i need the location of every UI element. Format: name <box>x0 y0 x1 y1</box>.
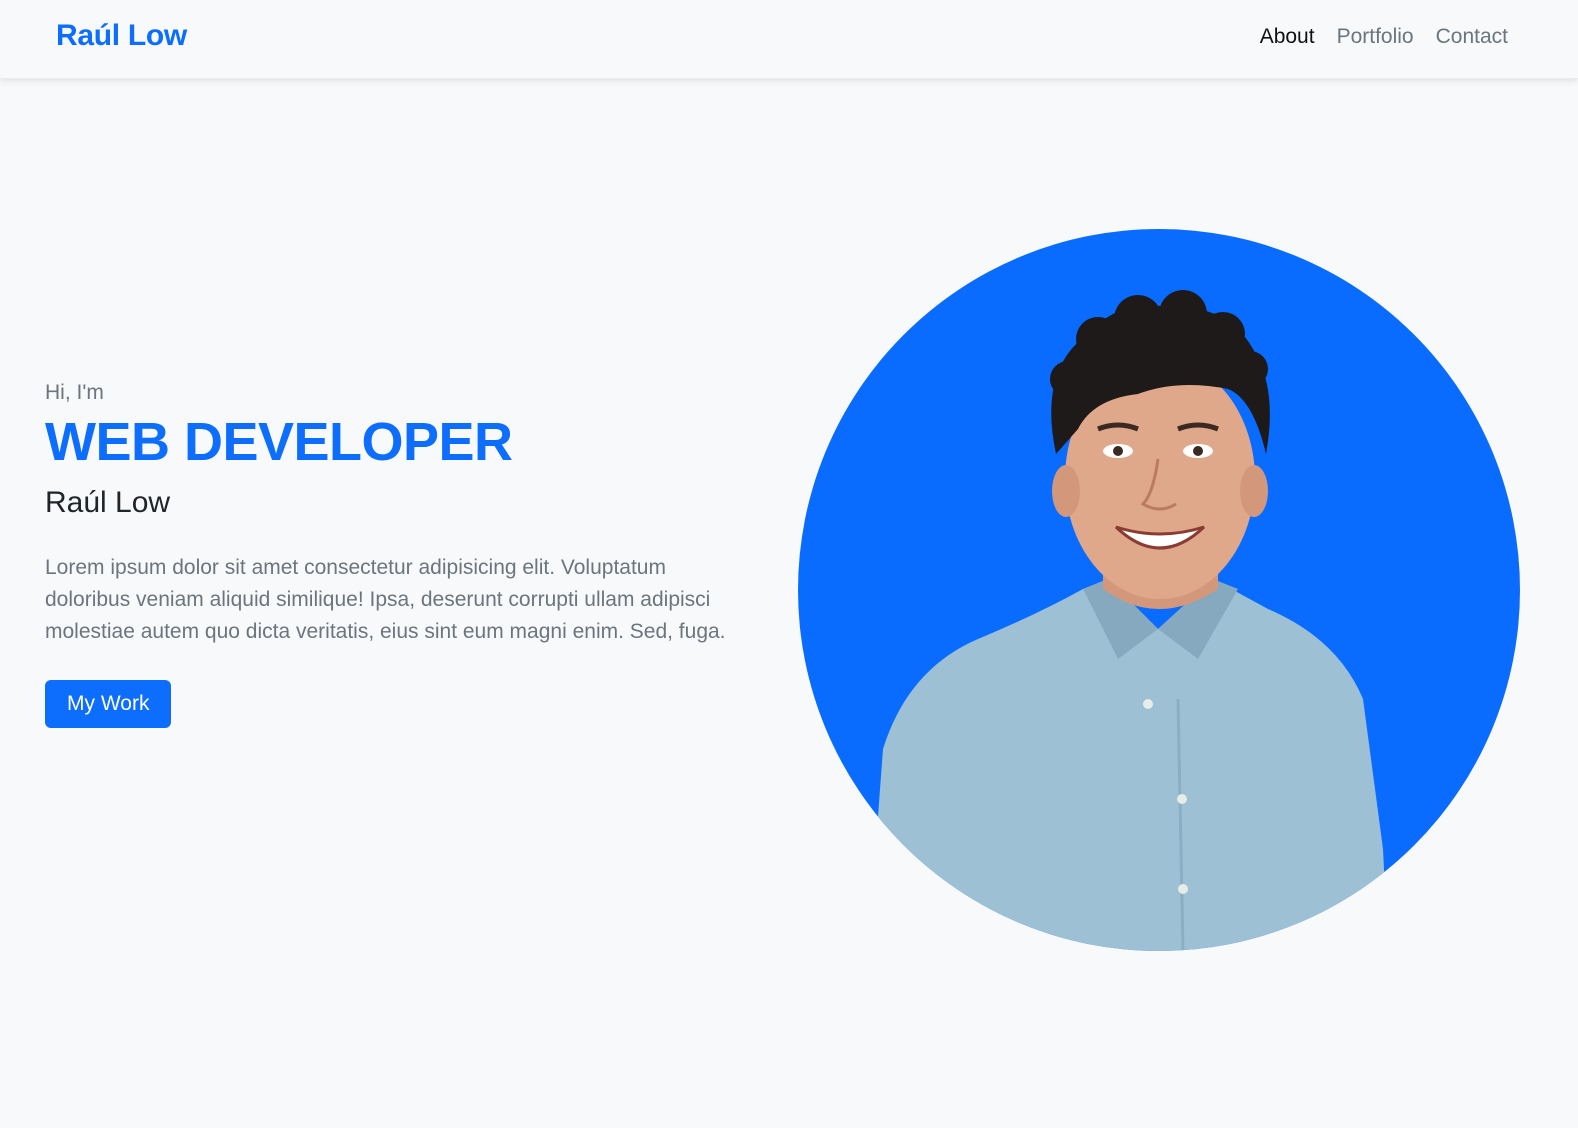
nav-link-contact[interactable]: Contact <box>1436 25 1508 49</box>
my-work-button[interactable]: My Work <box>45 680 172 729</box>
profile-photo-illustration <box>798 229 1520 951</box>
hero-name: Raúl Low <box>45 486 171 520</box>
hero-description: Lorem ipsum dolor sit amet consectetur a… <box>45 556 726 644</box>
nav-link-about[interactable]: About <box>1260 25 1315 49</box>
brand-logo[interactable]: Raúl Low <box>56 19 187 53</box>
profile-photo <box>798 229 1520 951</box>
hero-section: Hi, I'm WEB DEVELOPER Raúl Low Lorem ips… <box>45 381 765 729</box>
hero-greeting: Hi, I'm <box>45 381 104 404</box>
top-navbar: Raúl Low About Portfolio Contact <box>0 0 1578 79</box>
nav-links: About Portfolio Contact <box>1260 25 1508 49</box>
nav-link-portfolio[interactable]: Portfolio <box>1337 25 1414 49</box>
hero-headline: WEB DEVELOPER <box>45 412 513 472</box>
